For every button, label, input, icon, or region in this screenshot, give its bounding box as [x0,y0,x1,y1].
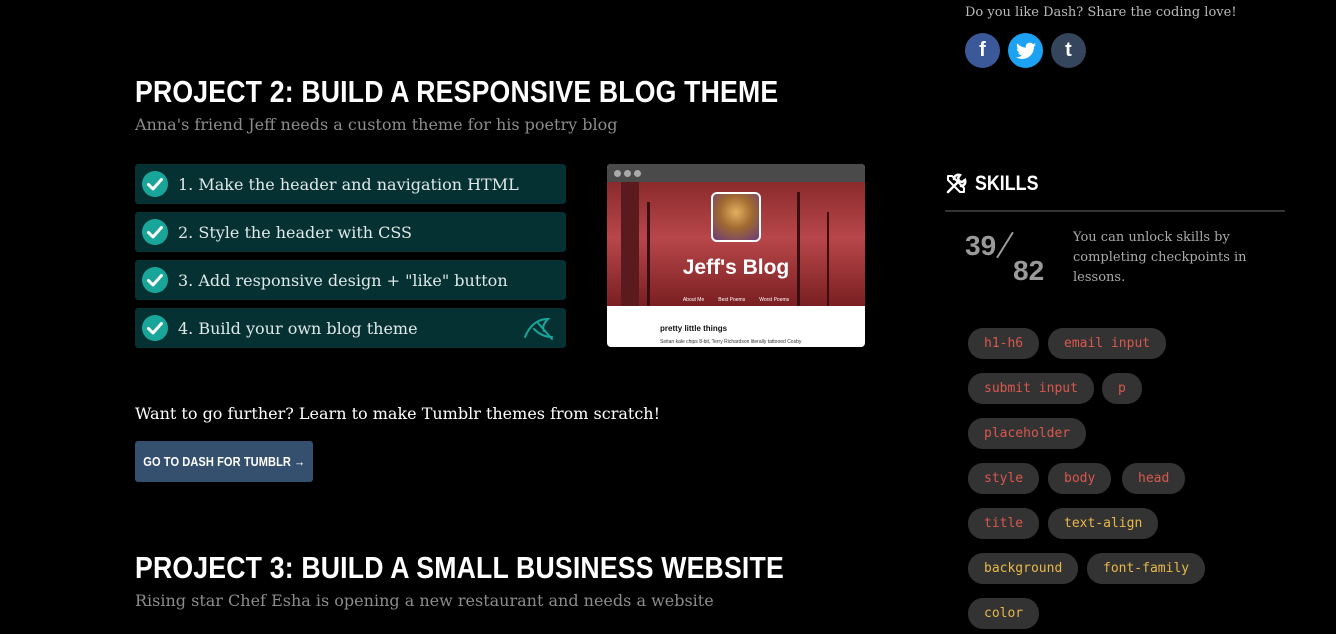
skills-total-count: 82 [1013,255,1045,286]
skill-tag[interactable]: background [968,553,1079,584]
blog-preview-post-title: pretty little things [660,324,728,333]
skills-header: SKILLS [945,172,1050,196]
tumblr-share-button[interactable]: t [1051,33,1086,68]
facebook-share-button[interactable]: f [965,33,1000,68]
skill-tag[interactable]: body [1048,463,1112,494]
twitter-share-button[interactable] [1008,33,1043,68]
step-label: 1. Make the header and navigation HTML [178,174,519,194]
skill-tag[interactable]: title [968,508,1040,539]
project3-subtitle: Rising star Chef Esha is opening a new r… [135,591,714,610]
tumblr-icon: t [1065,39,1072,61]
blog-preview-post-text: Seitan kale chips 8-bit, Terry Richardso… [660,339,802,345]
project2-title: PROJECT 2: BUILD A RESPONSIVE BLOG THEME [135,74,779,109]
skill-tag[interactable]: submit input [968,373,1094,404]
blog-preview-nav: About Me Best Poems Worst Poems [682,297,790,303]
step-label: 2. Style the header with CSS [178,222,413,242]
checkmark-icon [142,219,168,245]
tools-icon [946,173,967,194]
divider [996,231,1014,259]
skills-description: You can unlock skills by completing chec… [1073,230,1247,285]
blog-preview-image: Jeff's Blog About Me Best Poems Worst Po… [607,164,865,347]
blog-preview-header: Jeff's Blog About Me Best Poems Worst Po… [607,182,865,306]
further-learning-text: Want to go further? Learn to make Tumblr… [135,404,661,423]
skills-unlocked-count: 39 [965,230,997,261]
skill-tag[interactable]: color [968,598,1040,629]
browser-chrome [607,164,865,182]
skill-tag[interactable]: head [1122,463,1186,494]
go-to-dash-tumblr-button[interactable]: GO TO DASH FOR TUMBLR → [135,441,313,482]
skill-tag[interactable]: h1-h6 [968,328,1040,359]
checkmark-icon [142,315,168,341]
twitter-icon [1015,42,1036,59]
checkmark-icon [142,267,168,293]
step-item-3[interactable]: 3. Add responsive design + "like" button [135,260,566,300]
step-item-2[interactable]: 2. Style the header with CSS [135,212,566,252]
skill-tag[interactable]: p [1102,373,1142,404]
skill-tag[interactable]: placeholder [968,418,1087,449]
step-label: 4. Build your own blog theme [178,318,418,338]
skill-tag[interactable]: font-family [1087,553,1206,584]
blog-preview-title: Jeff's Blog [682,256,790,279]
divider [945,210,1285,212]
share-prompt: Do you like Dash? Share the coding love! [965,5,1237,20]
skills-title: SKILLS [975,172,1039,195]
skill-tag[interactable]: text-align [1048,508,1159,539]
step-label: 3. Add responsive design + "like" button [178,270,508,290]
facebook-icon: f [979,39,986,61]
avatar [711,192,761,242]
project2-subtitle: Anna's friend Jeff needs a custom theme … [135,115,618,134]
checkmark-icon [142,171,168,197]
skill-tag[interactable]: email input [1048,328,1167,359]
dash-logo-icon [524,317,553,340]
project3-title: PROJECT 3: BUILD A SMALL BUSINESS WEBSIT… [135,550,784,585]
skill-tag[interactable]: style [968,463,1040,494]
step-item-4[interactable]: 4. Build your own blog theme [135,308,566,348]
step-item-1[interactable]: 1. Make the header and navigation HTML [135,164,566,204]
